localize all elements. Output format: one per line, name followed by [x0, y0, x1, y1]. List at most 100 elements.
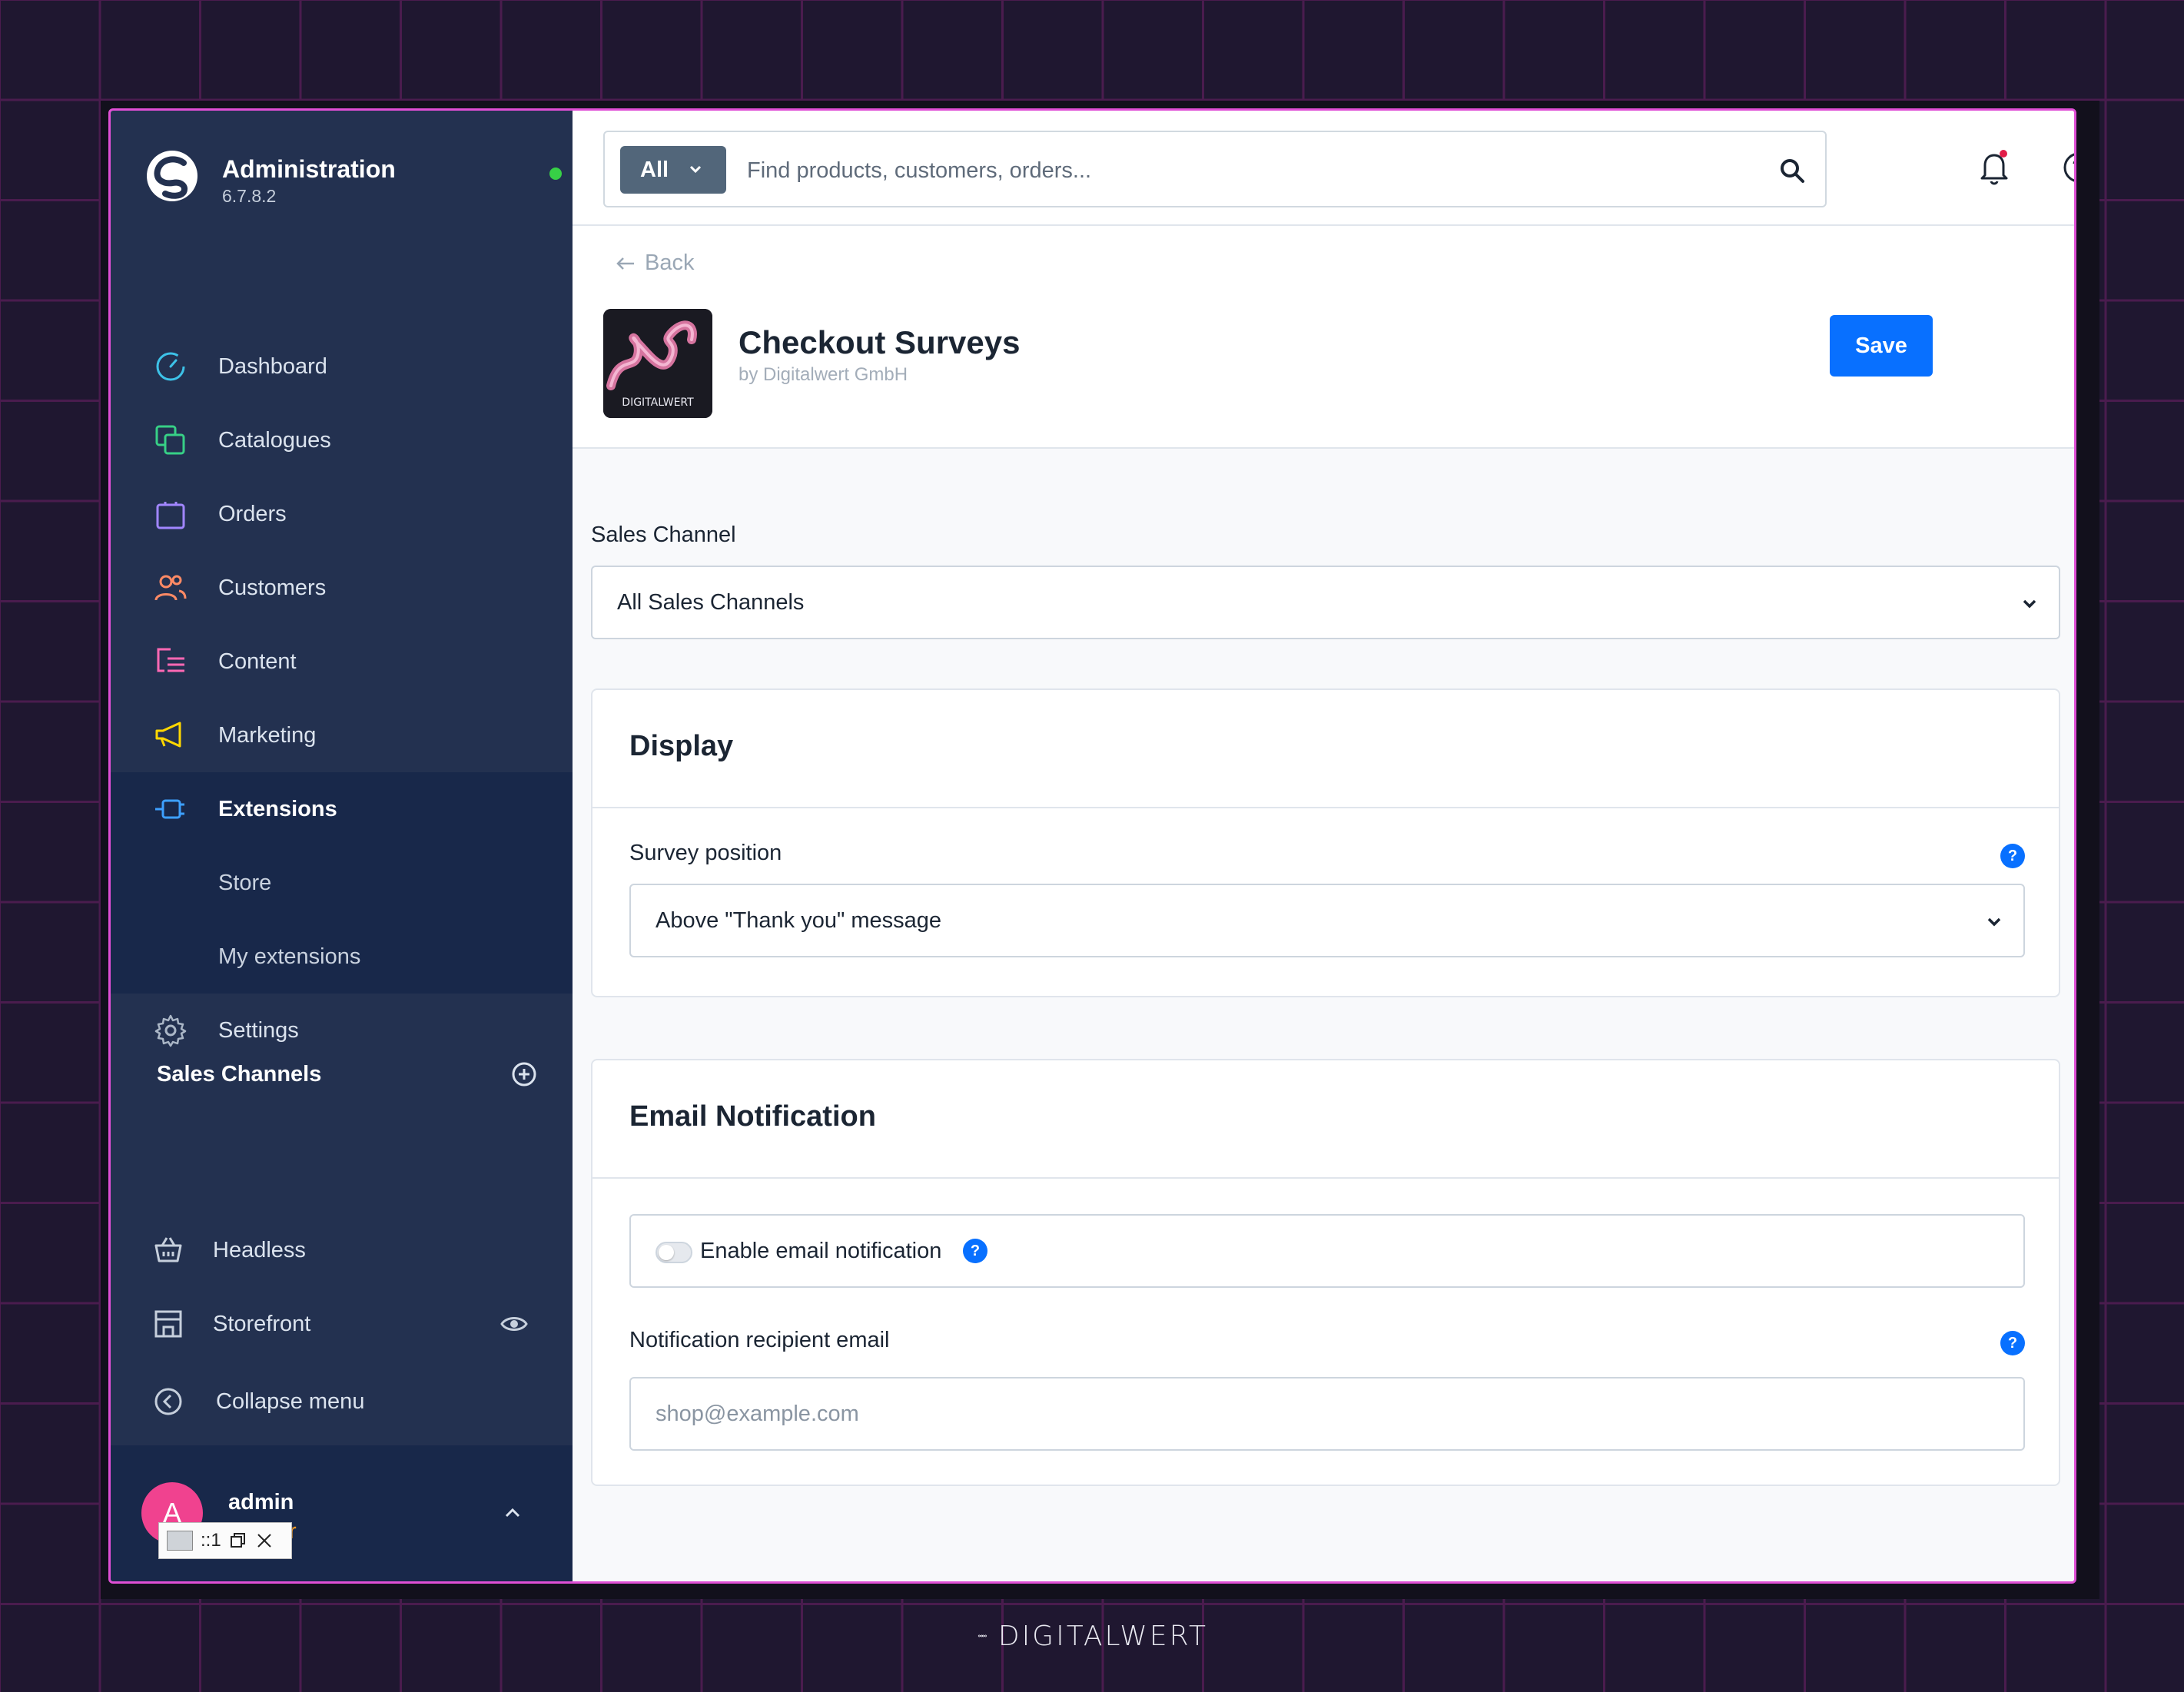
- back-link[interactable]: Back: [616, 250, 694, 276]
- digitalwert-mark-icon: [977, 1634, 987, 1637]
- app-version: 6.7.8.2: [222, 186, 277, 206]
- nav-item-content[interactable]: Content: [111, 625, 573, 698]
- sidebar: Administration 6.7.8.2 Dashboard Catalog…: [111, 111, 573, 1581]
- help-icon[interactable]: ?: [963, 1239, 987, 1263]
- sales-channel-label: Headless: [213, 1238, 306, 1262]
- help-circle-icon[interactable]: [2056, 144, 2076, 191]
- nav-item-dashboard[interactable]: Dashboard: [111, 330, 573, 403]
- basket-icon: [154, 1237, 182, 1262]
- restore-icon[interactable]: [229, 1531, 247, 1550]
- sales-channels-title: Sales Channels: [157, 1062, 322, 1087]
- topbar: All: [573, 111, 2076, 226]
- back-label: Back: [645, 250, 695, 275]
- search-scope-dropdown[interactable]: All: [620, 146, 726, 194]
- nav-label: Store: [218, 870, 272, 895]
- orders-bag-icon: [154, 497, 188, 531]
- help-icon[interactable]: ?: [2000, 1331, 2025, 1355]
- nav-item-orders[interactable]: Orders: [111, 477, 573, 551]
- enable-email-toggle[interactable]: [656, 1242, 692, 1263]
- toggle-knob: [659, 1245, 674, 1260]
- image-thumbnail-icon: [167, 1531, 193, 1551]
- sales-channel-select[interactable]: All Sales Channels: [591, 566, 2060, 639]
- shopware-logo-icon: [147, 151, 197, 201]
- status-indicator: [549, 168, 562, 180]
- user-panel[interactable]: A admin istrator: [111, 1445, 573, 1581]
- nav-label: Orders: [218, 501, 287, 526]
- email-notification-card: Email Notification Enable email notifica…: [591, 1059, 2060, 1486]
- nav-item-catalogues[interactable]: Catalogues: [111, 403, 573, 477]
- digitalwert-ribbon-logo-icon: DIGITALWERT: [603, 309, 712, 418]
- nav-label: Settings: [218, 1017, 299, 1043]
- close-icon[interactable]: [255, 1531, 274, 1550]
- search-scope-label: All: [640, 157, 669, 182]
- display-card-title: Display: [629, 730, 734, 762]
- catalogues-copy-icon: [154, 423, 188, 457]
- sales-channel-headless[interactable]: Headless: [111, 1219, 573, 1281]
- footer-brand: DIGITALWERT: [977, 1617, 1208, 1655]
- brand: Administration 6.7.8.2: [145, 149, 562, 211]
- card-divider: [592, 1177, 2059, 1179]
- nav-label: Content: [218, 649, 297, 674]
- extensions-group: Extensions Store My extensions: [111, 772, 573, 994]
- nav-item-extensions[interactable]: Extensions: [111, 772, 573, 846]
- eye-icon[interactable]: [500, 1310, 528, 1338]
- app-name: Administration: [222, 155, 396, 183]
- dashboard-gauge-icon: [154, 350, 188, 383]
- nav-label: Marketing: [218, 722, 317, 748]
- add-sales-channel-icon[interactable]: [510, 1060, 538, 1088]
- chevron-down-icon: [1987, 917, 2001, 927]
- overlay-popup: ::1: [158, 1522, 292, 1559]
- nav-label: My extensions: [218, 944, 361, 969]
- chevron-down-icon: [689, 165, 702, 174]
- nav-label: Extensions: [218, 796, 337, 821]
- enable-email-toggle-row: Enable email notification ?: [629, 1214, 2025, 1288]
- chevron-left-circle-icon: [154, 1388, 182, 1415]
- save-button[interactable]: Save: [1830, 315, 1933, 377]
- sales-channel-value: All Sales Channels: [617, 590, 805, 615]
- sales-channels-header: Sales Channels: [157, 1056, 541, 1094]
- extension-logo: DIGITALWERT: [603, 309, 712, 418]
- display-card: Display Survey position ? Above "Thank y…: [591, 688, 2060, 997]
- nav-label: Customers: [218, 575, 327, 600]
- sales-channel-label: Sales Channel: [591, 523, 736, 547]
- marketing-megaphone-icon: [154, 718, 188, 752]
- recipient-email-label: Notification recipient email: [629, 1328, 890, 1352]
- search-icon[interactable]: [1777, 155, 1807, 186]
- nav-item-customers[interactable]: Customers: [111, 551, 573, 625]
- chevron-down-icon: [2023, 599, 2036, 609]
- popup-ratio: ::1: [201, 1530, 221, 1551]
- notification-bell-icon[interactable]: [1971, 144, 2017, 191]
- extension-header: Back DIGITALWERT Checkout Surveys by Dig…: [573, 226, 2074, 449]
- admin-window: Administration 6.7.8.2 Dashboard Catalog…: [108, 108, 2076, 1584]
- customers-users-icon: [154, 571, 188, 605]
- nav-subitem-my-extensions[interactable]: My extensions: [111, 920, 573, 994]
- search-input[interactable]: [747, 149, 1746, 192]
- email-card-title: Email Notification: [629, 1100, 876, 1133]
- help-icon[interactable]: ?: [2000, 844, 2025, 868]
- collapse-menu-label: Collapse menu: [216, 1389, 365, 1414]
- sales-channel-label: Storefront: [213, 1312, 311, 1336]
- enable-email-label: Enable email notification: [700, 1239, 942, 1263]
- survey-position-label: Survey position: [629, 841, 782, 865]
- footer-brand-text: DIGITALWERT: [997, 1620, 1208, 1652]
- nav-item-marketing[interactable]: Marketing: [111, 698, 573, 772]
- main-nav: Dashboard Catalogues Orders Customers Co…: [111, 330, 573, 1067]
- storefront-icon: [154, 1310, 182, 1338]
- nav-label: Catalogues: [218, 427, 331, 453]
- collapse-menu-button[interactable]: Collapse menu: [153, 1378, 537, 1425]
- extension-logo-text: DIGITALWERT: [622, 396, 694, 409]
- sales-channel-storefront[interactable]: Storefront: [111, 1293, 573, 1355]
- extensions-plug-icon: [154, 792, 188, 826]
- settings-gear-icon: [154, 1014, 188, 1047]
- nav-subitem-store[interactable]: Store: [111, 846, 573, 920]
- user-name: admin: [228, 1490, 294, 1515]
- main-content: All Back DIGITALWERT: [573, 111, 2076, 1581]
- survey-position-value: Above "Thank you" message: [656, 908, 942, 933]
- recipient-email-input[interactable]: [629, 1377, 2025, 1451]
- survey-position-select[interactable]: Above "Thank you" message: [629, 884, 2025, 957]
- global-search: All: [603, 131, 1827, 207]
- content-list-icon: [154, 645, 188, 678]
- chevron-up-icon[interactable]: [499, 1499, 526, 1527]
- card-divider: [592, 807, 2059, 808]
- nav-label: Dashboard: [218, 353, 327, 379]
